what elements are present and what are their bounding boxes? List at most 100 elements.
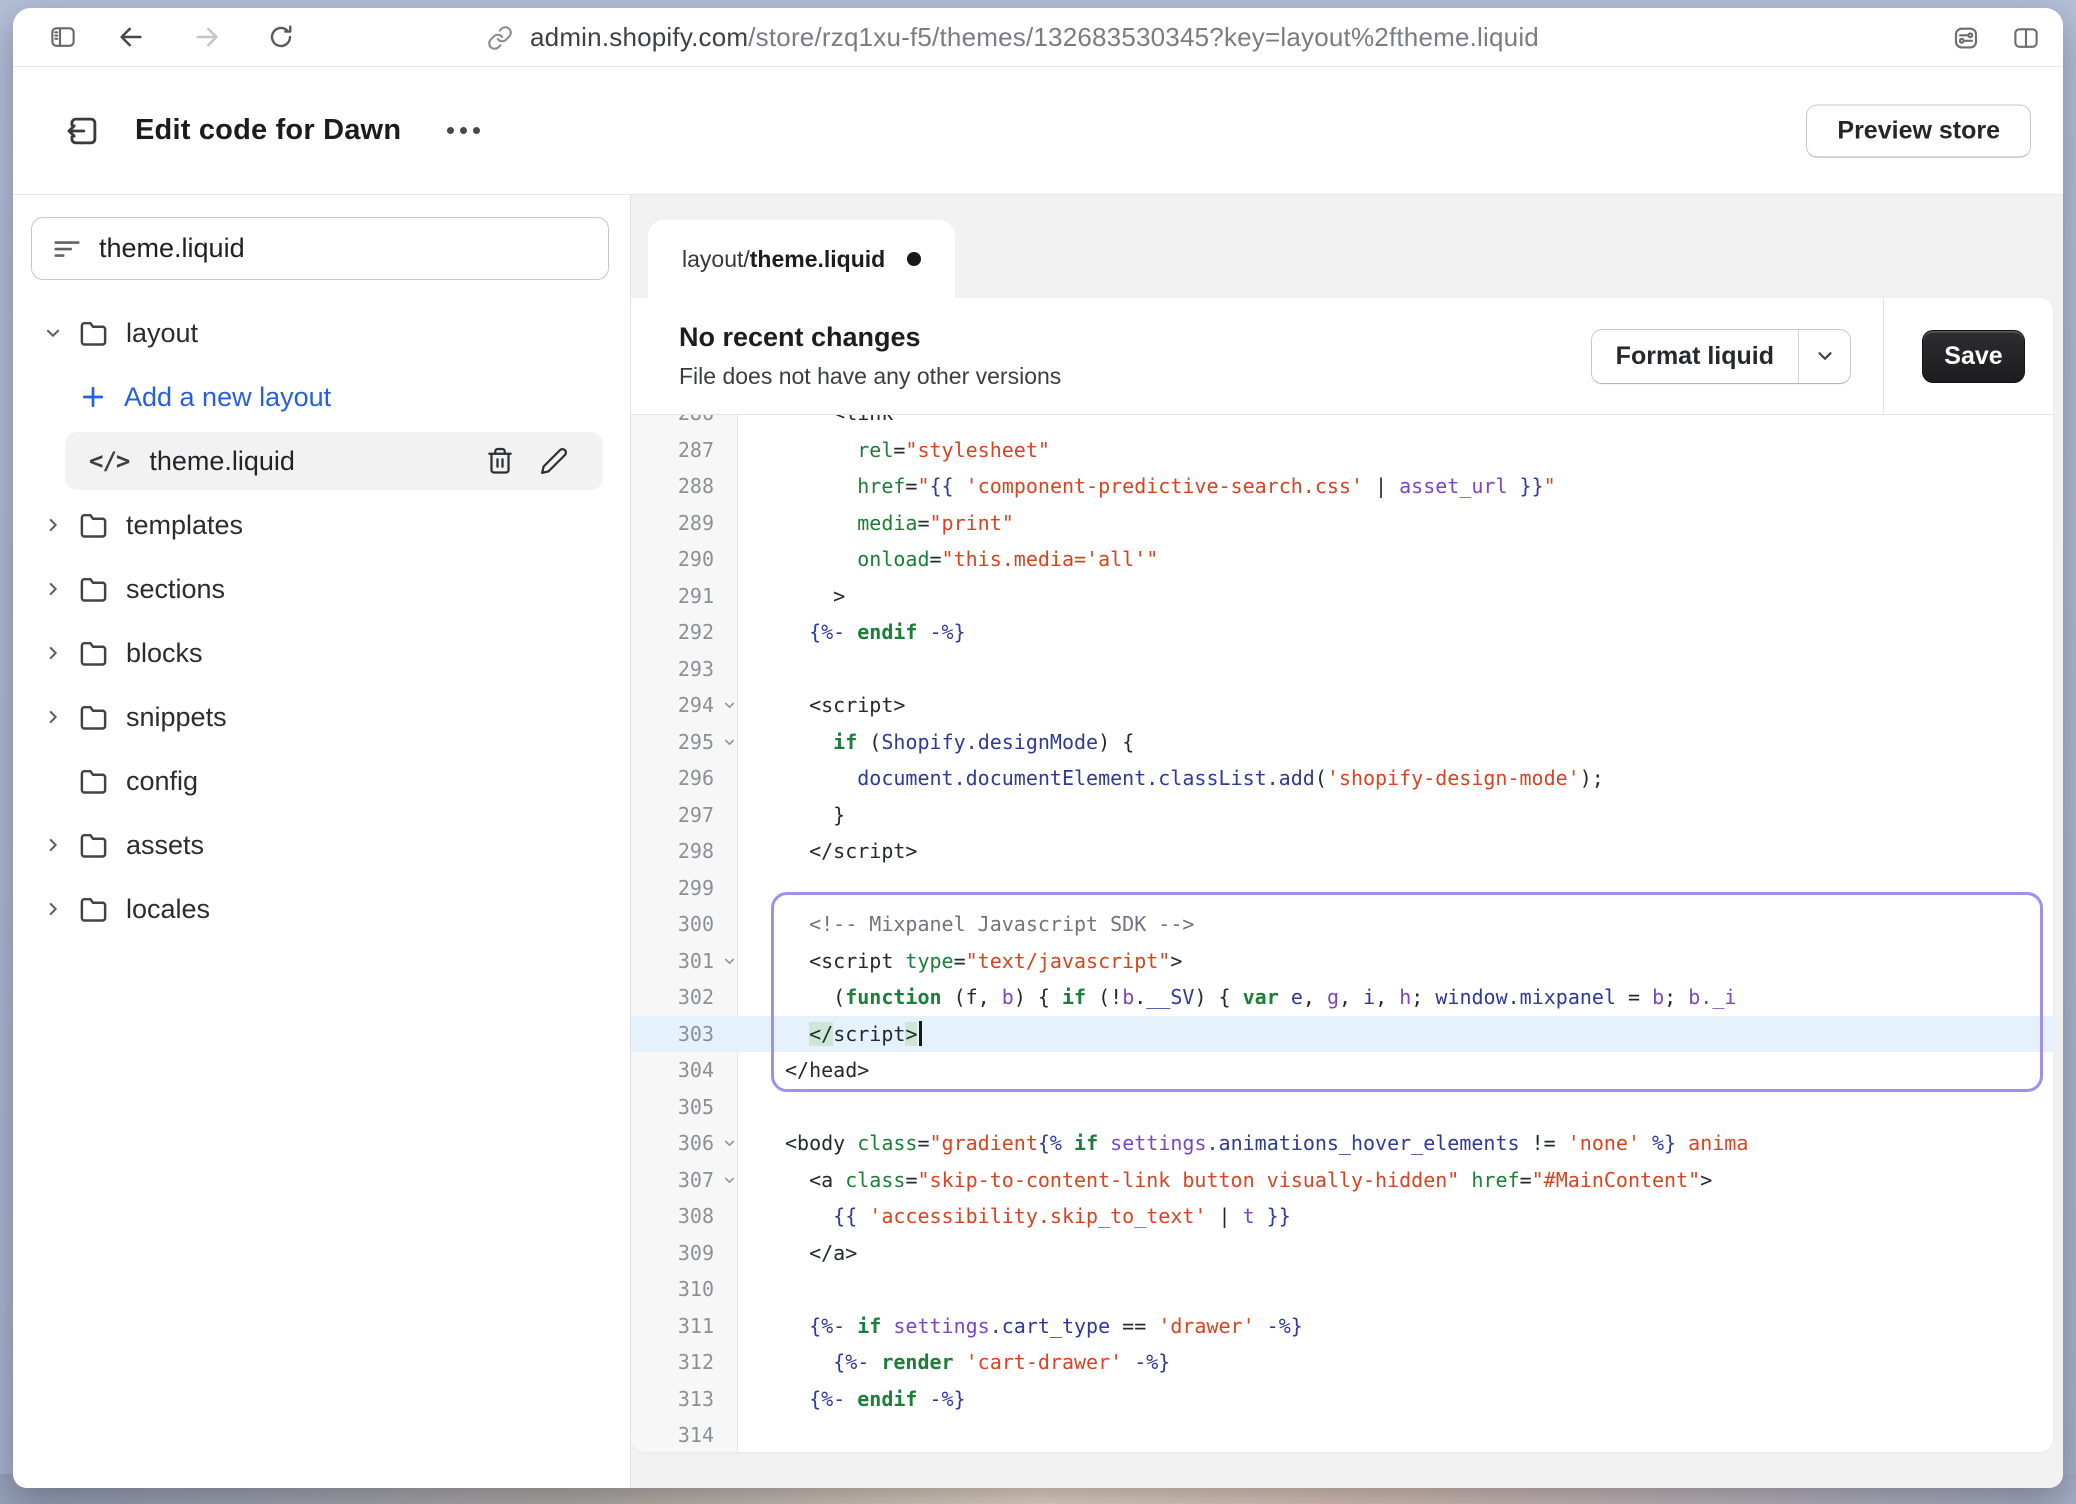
tab-theme-liquid[interactable]: layout/theme.liquid — [648, 220, 955, 298]
code-line-306[interactable]: 306<body class="gradient{% if settings.a… — [631, 1125, 2053, 1162]
line-number: 309 — [631, 1235, 738, 1272]
code-text: rel="stylesheet" — [738, 432, 2053, 469]
tree-folder-config[interactable]: config — [13, 749, 630, 813]
code-line-300[interactable]: 300 <!-- Mixpanel Javascript SDK --> — [631, 906, 2053, 943]
fold-chevron-icon[interactable] — [722, 953, 737, 968]
action-label: Add a new layout — [124, 382, 331, 413]
sidebar-toggle-icon[interactable] — [46, 20, 80, 54]
code-line-303[interactable]: 303 </script> — [631, 1016, 2053, 1053]
code-line-304[interactable]: 304</head> — [631, 1052, 2053, 1089]
code-text: href="{{ 'component-predictive-search.cs… — [738, 468, 2053, 505]
chevron-right-icon[interactable] — [40, 578, 66, 600]
chevron-right-icon[interactable] — [40, 514, 66, 536]
code-line-301[interactable]: 301 <script type="text/javascript"> — [631, 943, 2053, 980]
trash-icon[interactable] — [485, 446, 515, 476]
split-view-icon[interactable] — [2009, 21, 2043, 55]
code-line-292[interactable]: 292 {%- endif -%} — [631, 614, 2053, 651]
code-text: <a class="skip-to-content-link button vi… — [738, 1162, 2053, 1199]
code-editor[interactable]: 286 <link287 rel="stylesheet"288 href="{… — [631, 415, 2053, 1452]
code-line-289[interactable]: 289 media="print" — [631, 505, 2053, 542]
folder-label: templates — [126, 510, 243, 541]
code-line-288[interactable]: 288 href="{{ 'component-predictive-searc… — [631, 468, 2053, 505]
pencil-icon[interactable] — [539, 446, 569, 476]
fold-chevron-icon[interactable] — [722, 1136, 737, 1151]
more-options-icon[interactable] — [437, 117, 490, 144]
line-number: 307 — [631, 1162, 738, 1199]
selected-file-row[interactable]: </>theme.liquid — [65, 432, 603, 490]
tree-folder-locales[interactable]: locales — [13, 877, 630, 941]
tree-folder-sections[interactable]: sections — [13, 557, 630, 621]
code-line-307[interactable]: 307 <a class="skip-to-content-link butto… — [631, 1162, 2053, 1199]
address-bar[interactable]: admin.shopify.com/store/rzq1xu-f5/themes… — [483, 8, 1539, 67]
chevron-right-icon[interactable] — [40, 642, 66, 664]
code-text: </a> — [738, 1235, 2053, 1272]
fold-chevron-icon[interactable] — [722, 734, 737, 749]
line-number: 302 — [631, 979, 738, 1016]
preview-store-button[interactable]: Preview store — [1806, 104, 2031, 157]
chevron-right-icon[interactable] — [40, 834, 66, 856]
folder-label: config — [126, 766, 198, 797]
code-line-310[interactable]: 310 — [631, 1271, 2053, 1308]
fold-chevron-icon[interactable] — [722, 698, 737, 713]
forward-icon[interactable] — [190, 20, 224, 54]
code-line-296[interactable]: 296 document.documentElement.classList.a… — [631, 760, 2053, 797]
code-line-291[interactable]: 291 > — [631, 578, 2053, 615]
folder-icon — [78, 574, 109, 605]
tree-action-add-a-new-layout[interactable]: Add a new layout — [13, 365, 630, 429]
code-line-313[interactable]: 313 {%- endif -%} — [631, 1381, 2053, 1418]
code-line-308[interactable]: 308 {{ 'accessibility.skip_to_text' | t … — [631, 1198, 2053, 1235]
code-line-287[interactable]: 287 rel="stylesheet" — [631, 432, 2053, 469]
code-line-290[interactable]: 290 onload="this.media='all'" — [631, 541, 2053, 578]
reload-icon[interactable] — [264, 20, 298, 54]
code-text: </script> — [738, 833, 2053, 870]
line-number: 286 — [631, 415, 738, 432]
tree-folder-assets[interactable]: assets — [13, 813, 630, 877]
code-text: {%- endif -%} — [738, 614, 2053, 651]
code-line-311[interactable]: 311 {%- if settings.cart_type == 'drawer… — [631, 1308, 2053, 1345]
tree-file-theme-liquid[interactable]: </>theme.liquid — [13, 429, 630, 493]
tree-folder-templates[interactable]: templates — [13, 493, 630, 557]
code-text: <script type="text/javascript"> — [738, 943, 2053, 980]
folder-label: assets — [126, 830, 204, 861]
folder-label: blocks — [126, 638, 203, 669]
format-liquid-button[interactable]: Format liquid — [1591, 329, 1851, 384]
file-label: theme.liquid — [149, 446, 295, 477]
line-number: 290 — [631, 541, 738, 578]
exit-code-editor-icon[interactable] — [61, 109, 105, 153]
code-line-299[interactable]: 299 — [631, 870, 2053, 907]
chevron-right-icon[interactable] — [40, 898, 66, 920]
fold-chevron-icon[interactable] — [722, 1172, 737, 1187]
chevron-down-icon[interactable] — [40, 322, 66, 344]
line-number: 304 — [631, 1052, 738, 1089]
back-icon[interactable] — [114, 20, 148, 54]
chevron-down-icon[interactable] — [1798, 330, 1850, 383]
code-line-293[interactable]: 293 — [631, 651, 2053, 688]
tree-folder-blocks[interactable]: blocks — [13, 621, 630, 685]
code-line-302[interactable]: 302 (function (f, b) { if (!b.__SV) { va… — [631, 979, 2053, 1016]
code-text: (function (f, b) { if (!b.__SV) { var e,… — [738, 979, 2053, 1016]
code-line-312[interactable]: 312 {%- render 'cart-drawer' -%} — [631, 1344, 2053, 1381]
code-line-286[interactable]: 286 <link — [631, 415, 2053, 432]
file-search-input[interactable]: theme.liquid — [31, 217, 609, 280]
code-line-295[interactable]: 295 if (Shopify.designMode) { — [631, 724, 2053, 761]
code-line-298[interactable]: 298 </script> — [631, 833, 2053, 870]
line-number: 312 — [631, 1344, 738, 1381]
code-line-294[interactable]: 294 <script> — [631, 687, 2053, 724]
line-number: 289 — [631, 505, 738, 542]
chevron-right-icon[interactable] — [40, 706, 66, 728]
folder-label: snippets — [126, 702, 227, 733]
save-button[interactable]: Save — [1922, 330, 2025, 383]
tree-folder-snippets[interactable]: snippets — [13, 685, 630, 749]
tree-folder-layout[interactable]: layout — [13, 301, 630, 365]
code-text: onload="this.media='all'" — [738, 541, 2053, 578]
code-line-314[interactable]: 314 — [631, 1417, 2053, 1452]
code-line-305[interactable]: 305 — [631, 1089, 2053, 1126]
code-line-297[interactable]: 297 } — [631, 797, 2053, 834]
plus-icon — [79, 383, 107, 411]
page-settings-icon[interactable] — [1949, 21, 1983, 55]
line-number: 301 — [631, 943, 738, 980]
filter-icon — [52, 234, 82, 264]
code-line-309[interactable]: 309 </a> — [631, 1235, 2053, 1272]
file-tree: layout Add a new layout </>theme.liquid tem… — [13, 301, 630, 941]
code-text: > — [738, 578, 2053, 615]
